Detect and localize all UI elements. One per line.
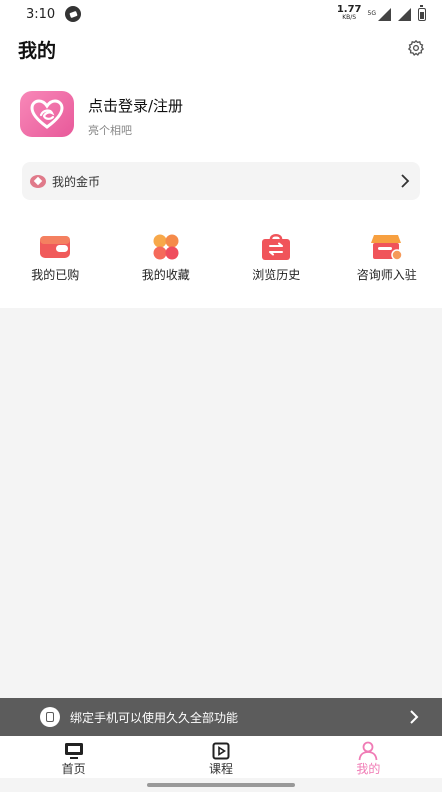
shop-icon	[370, 234, 403, 261]
user-icon	[357, 741, 379, 761]
status-indicators: 1.77 KB/S 5G	[336, 4, 426, 22]
settings-button[interactable]	[406, 38, 426, 58]
shortcut-label: 我的已购	[31, 268, 80, 282]
shortcut-favorites[interactable]: 我的收藏	[111, 234, 222, 286]
status-bar: 3:10 1.77 KB/S 5G	[0, 0, 442, 28]
tab-mine[interactable]: 我的	[295, 736, 442, 778]
status-time: 3:10	[26, 6, 56, 22]
shortcut-counselor-join[interactable]: 咨询师入驻	[332, 234, 442, 286]
history-bag-icon	[260, 234, 292, 260]
wallet-icon	[39, 234, 71, 260]
phone-icon	[40, 707, 60, 727]
profile-subtitle: 亮个相吧	[88, 124, 132, 137]
heart-logo-icon	[30, 99, 64, 129]
tab-label: 课程	[208, 762, 233, 776]
net-speed-value: 1.77	[336, 4, 362, 15]
clover-icon	[150, 234, 182, 260]
tab-courses[interactable]: 课程	[147, 736, 294, 778]
home-gesture-bar[interactable]	[147, 783, 295, 787]
shortcut-purchased[interactable]: 我的已购	[0, 234, 111, 286]
shortcut-label: 我的收藏	[141, 268, 190, 282]
bottom-tab-bar: 首页 课程 我的	[0, 736, 442, 778]
coin-icon	[30, 174, 46, 188]
shortcut-history[interactable]: 浏览历史	[221, 234, 332, 286]
monitor-icon	[63, 742, 85, 760]
gear-icon	[407, 39, 425, 56]
bind-phone-text: 绑定手机可以使用久久全部功能	[70, 710, 239, 725]
net-speed-unit: KB/S	[342, 14, 357, 21]
tab-home[interactable]: 首页	[0, 736, 147, 778]
video-course-icon	[210, 742, 232, 760]
notification-icon	[65, 6, 82, 22]
net-speed: 1.77 KB/S	[336, 4, 362, 22]
bind-phone-banner[interactable]: 绑定手机可以使用久久全部功能	[0, 698, 442, 736]
avatar[interactable]	[20, 91, 74, 137]
cell-signal-icon	[378, 7, 391, 21]
login-register-link[interactable]: 点击登录/注册	[88, 95, 183, 116]
signal-type: 5G	[367, 10, 376, 17]
tab-label: 我的	[356, 762, 381, 776]
shortcut-grid: 我的已购 我的收藏 浏览历史 咨询师入驻	[0, 234, 442, 286]
chevron-right-icon	[398, 174, 412, 188]
profile-section[interactable]: 点击登录/注册 亮个相吧	[20, 91, 420, 137]
tab-label: 首页	[61, 762, 86, 776]
shortcut-label: 咨询师入驻	[356, 268, 417, 282]
page-title: 我的	[18, 40, 57, 62]
my-coins-label: 我的金币	[52, 174, 101, 189]
battery-icon	[418, 4, 426, 21]
chevron-right-icon	[406, 709, 422, 725]
my-coins-row[interactable]: 我的金币	[22, 162, 420, 200]
shortcut-label: 浏览历史	[252, 268, 301, 282]
cell-signal-2-icon	[398, 7, 411, 21]
